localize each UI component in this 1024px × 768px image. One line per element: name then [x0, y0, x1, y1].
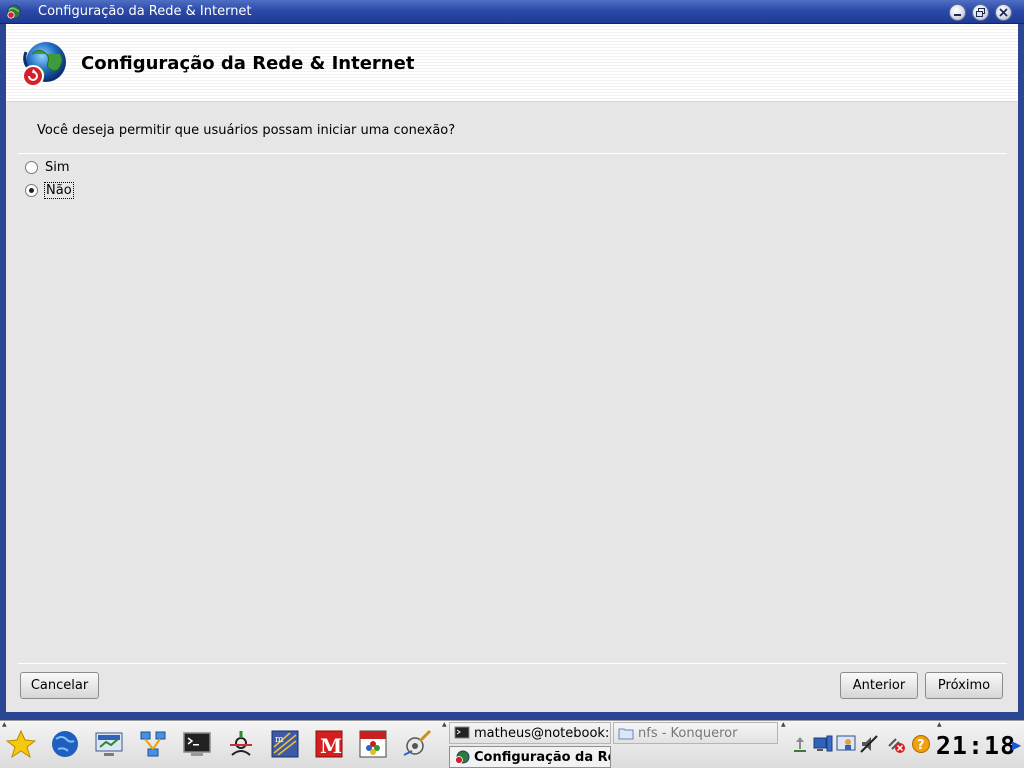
globe-network-icon: [22, 42, 66, 87]
close-button[interactable]: [995, 4, 1012, 21]
window-frame-right: [1018, 24, 1024, 720]
restore-icon: [976, 8, 985, 17]
console-icon: [183, 732, 211, 756]
rosegarden-icon: m: [271, 730, 299, 758]
svg-text:?: ?: [917, 738, 925, 753]
terminal-icon[interactable]: [181, 728, 213, 760]
taskbar-item-konqueror[interactable]: nfs - Konqueror: [613, 722, 778, 744]
folder-icon: [618, 728, 634, 740]
window-title: Configuração da Rede & Internet: [38, 4, 252, 19]
network-nodes-icon: [140, 731, 166, 757]
wizard-header: Configuração da Rede & Internet: [6, 24, 1018, 102]
screen-user-icon: [836, 735, 856, 751]
music-editor-icon[interactable]: m: [269, 728, 301, 760]
network-monitor-icon[interactable]: [93, 728, 125, 760]
taskbar-item-network-config[interactable]: Configuração da Re: [449, 746, 611, 768]
monitor-icon: [813, 735, 833, 752]
panel-hide-arrow-icon[interactable]: ▶: [1012, 738, 1024, 752]
option-label-nao[interactable]: Não: [44, 181, 74, 199]
radio-sim[interactable]: [25, 160, 38, 174]
svg-text:M: M: [320, 734, 342, 758]
clock[interactable]: 21:18: [936, 731, 1015, 760]
network-connected-icon: [794, 737, 806, 752]
close-icon: [999, 8, 1008, 17]
option-nao[interactable]: Não: [25, 181, 74, 199]
m-letter-icon: M: [315, 730, 343, 758]
globe-icon[interactable]: [49, 728, 81, 760]
divider: [18, 663, 1007, 664]
network-config-window: Configuração da Rede & Internet Configur…: [0, 0, 1024, 720]
task-label: matheus@notebook:: [474, 725, 610, 741]
radio-nao[interactable]: [25, 183, 38, 197]
window-frame-bottom: [0, 712, 1024, 720]
network-disconnected-icon[interactable]: [886, 733, 906, 755]
mail-m-icon[interactable]: M: [313, 728, 345, 760]
terminal-icon: [454, 726, 470, 739]
titlebar[interactable]: Configuração da Rede & Internet: [0, 0, 1024, 24]
browser-globe-icon: [52, 731, 78, 757]
plug-error-icon: [888, 738, 905, 753]
control-center-icon: [403, 729, 432, 756]
maximize-button[interactable]: [972, 4, 989, 21]
volume-muted-icon[interactable]: [859, 733, 879, 755]
option-sim[interactable]: Sim: [25, 158, 71, 176]
package-manager-icon: [230, 731, 252, 756]
snes-emulator-icon[interactable]: [357, 728, 389, 760]
question-text: Você deseja permitir que usuários possam…: [37, 123, 456, 138]
next-button[interactable]: Próximo: [925, 672, 1003, 699]
task-label: nfs - Konqueror: [638, 725, 738, 741]
help-icon[interactable]: ?: [911, 733, 931, 755]
package-tool-icon[interactable]: [225, 728, 257, 760]
minimize-icon: [954, 14, 961, 16]
cancel-button[interactable]: Cancelar: [20, 672, 99, 699]
previous-button[interactable]: Anterior: [840, 672, 918, 699]
screen-config-icon[interactable]: [836, 733, 856, 755]
question-mark-icon: ?: [912, 735, 930, 753]
option-label-sim[interactable]: Sim: [44, 160, 71, 175]
tray-handle[interactable]: [781, 721, 787, 766]
display-icon[interactable]: [813, 733, 833, 755]
system-config-icon[interactable]: [401, 728, 433, 760]
svg-text:m: m: [275, 735, 284, 745]
network-share-icon[interactable]: [137, 728, 169, 760]
monitor-network-icon: [95, 732, 123, 756]
task-label: Configuração da Re: [474, 749, 611, 765]
minimize-button[interactable]: [949, 4, 966, 21]
network-config-icon: [455, 750, 470, 764]
star-icon: [6, 729, 36, 759]
divider: [18, 153, 1007, 154]
taskbar-handle[interactable]: [442, 721, 448, 766]
speaker-muted-icon: [860, 735, 878, 753]
snes-icon: [359, 730, 387, 758]
network-config-icon[interactable]: [6, 4, 22, 20]
window-frame-left: [0, 24, 6, 720]
taskbar-item-terminal[interactable]: matheus@notebook:: [449, 722, 611, 744]
page-title: Configuração da Rede & Internet: [81, 53, 415, 74]
network-up-icon[interactable]: [790, 733, 810, 755]
kde-star-icon[interactable]: [5, 728, 37, 760]
